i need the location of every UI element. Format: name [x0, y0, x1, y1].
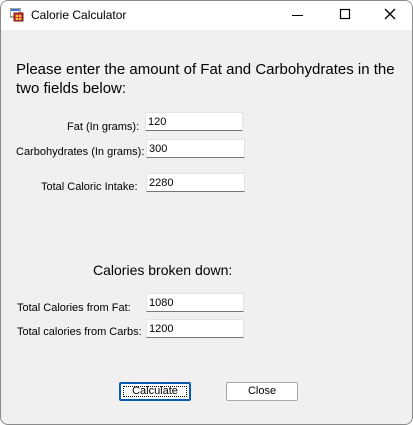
focus-rectangle: [123, 386, 187, 397]
close-button-label: Close: [247, 385, 277, 397]
close-button[interactable]: Close: [226, 382, 298, 401]
close-icon: [384, 8, 396, 20]
window-title: Calorie Calculator: [31, 8, 127, 22]
calculate-button[interactable]: Calculate: [119, 382, 191, 401]
fat-calories-field[interactable]: [146, 293, 244, 312]
carbs-calories-field[interactable]: [146, 319, 244, 338]
fat-calories-label: Total Calories from Fat:: [17, 302, 131, 314]
minimize-button[interactable]: [275, 1, 321, 30]
minimize-icon: [292, 15, 303, 16]
fat-grams-input[interactable]: [145, 112, 243, 131]
calorie-calculator-window: Calorie Calculator Please enter the amou…: [0, 0, 413, 425]
total-intake-field[interactable]: [146, 173, 245, 192]
instruction-text: Please enter the amount of Fat and Carbo…: [16, 61, 395, 97]
total-intake-label: Total Caloric Intake:: [41, 181, 138, 193]
carbs-grams-input[interactable]: [146, 139, 245, 158]
fat-label: Fat (In grams):: [67, 121, 140, 133]
calculator-app-icon: [9, 7, 24, 22]
carbs-calories-label: Total calories from Carbs:: [17, 326, 142, 338]
carbs-label: Carbohydrates (In grams):: [16, 146, 145, 158]
close-window-button[interactable]: [367, 1, 412, 30]
maximize-icon: [339, 8, 351, 20]
breakdown-heading: Calories broken down:: [93, 262, 233, 278]
maximize-button[interactable]: [321, 1, 367, 30]
title-bar[interactable]: Calorie Calculator: [1, 1, 412, 30]
